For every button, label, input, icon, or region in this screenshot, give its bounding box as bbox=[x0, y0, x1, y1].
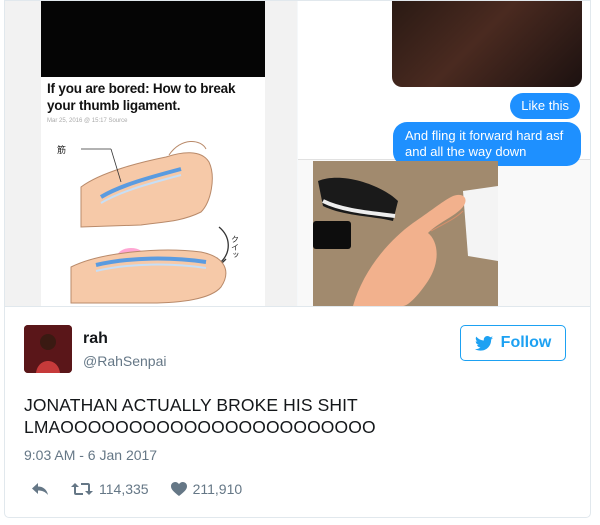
twitter-bird-icon bbox=[474, 335, 493, 351]
reply-icon bbox=[32, 483, 48, 495]
article-screenshot: If you are bored: How to break your thum… bbox=[41, 1, 265, 306]
retweet-action[interactable]: 114,335 bbox=[71, 481, 149, 497]
heart-icon bbox=[170, 482, 187, 496]
tweet-card: If you are bored: How to break your thum… bbox=[4, 0, 591, 518]
avatar[interactable] bbox=[24, 325, 72, 373]
media-right-image[interactable]: Like this And fling it forward hard asf … bbox=[298, 1, 590, 306]
thumb-illustration: 筋 クイッ bbox=[57, 141, 240, 304]
imessage-screenshot: Like this And fling it forward hard asf … bbox=[298, 1, 590, 166]
follow-button[interactable]: Follow bbox=[460, 325, 566, 361]
article-meta: Mar 25, 2016 @ 15:17 Source bbox=[47, 118, 128, 124]
article-header-bar bbox=[41, 1, 265, 77]
follow-label: Follow bbox=[500, 334, 552, 351]
tweet-media[interactable]: If you are bored: How to break your thum… bbox=[5, 1, 590, 307]
chat-photo bbox=[392, 1, 582, 87]
user-handle[interactable]: @RahSenpai bbox=[83, 353, 167, 369]
media-left-image[interactable]: If you are bored: How to break your thum… bbox=[5, 1, 297, 306]
tweet-text-line-2: LMAOOOOOOOOOOOOOOOOOOOOOOO bbox=[24, 417, 376, 437]
chat-bubble-2: And fling it forward hard asf and all th… bbox=[393, 122, 581, 166]
retweet-icon bbox=[71, 483, 93, 495]
hand-photo bbox=[313, 161, 498, 306]
like-count: 211,910 bbox=[192, 481, 243, 497]
article-title: If you are bored: How to break your thum… bbox=[47, 81, 236, 113]
like-action[interactable]: 211,910 bbox=[170, 481, 243, 497]
tweet-text: JONATHAN ACTUALLY BROKE HIS SHIT LMAOOOO… bbox=[24, 394, 376, 438]
tweet-timestamp[interactable]: 9:03 AM - 6 Jan 2017 bbox=[24, 447, 157, 463]
retweet-count: 114,335 bbox=[99, 481, 149, 497]
reply-action[interactable] bbox=[31, 482, 49, 496]
chat-bubble-1: Like this bbox=[510, 93, 580, 119]
avatar-image bbox=[24, 325, 72, 373]
illustration-label-top: 筋 bbox=[57, 144, 66, 156]
tweet-actions: 114,335 211,910 bbox=[31, 481, 264, 497]
display-name[interactable]: rah bbox=[83, 330, 108, 348]
tweet-text-line-1: JONATHAN ACTUALLY BROKE HIS SHIT bbox=[24, 395, 358, 415]
illustration-label-side: クイッ bbox=[231, 235, 240, 259]
